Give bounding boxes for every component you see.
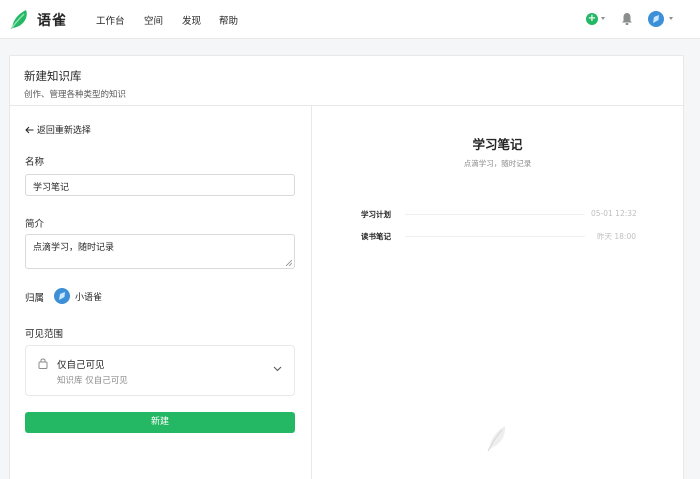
user-avatar-icon[interactable] <box>648 11 664 27</box>
preview-doc-line <box>405 236 585 237</box>
visibility-desc: 知识库 仅自己可见 <box>57 376 128 386</box>
preview-doc-time: 昨天 18:00 <box>597 232 636 241</box>
feather-icon <box>487 426 506 452</box>
intro-textarea[interactable]: 点滴学习，随时记录 <box>25 234 295 269</box>
brand-name[interactable]: 语雀 <box>37 10 67 30</box>
back-link-label: 返回重新选择 <box>36 126 91 136</box>
page-title: 新建知识库 <box>24 69 82 83</box>
owner-name: 小语雀 <box>75 293 103 303</box>
visibility-select[interactable]: 仅自己可见 知识库 仅自己可见 <box>25 345 295 396</box>
chevron-down-icon[interactable] <box>669 17 673 20</box>
create-button[interactable]: 新建 <box>25 412 295 433</box>
nav-space[interactable]: 空间 <box>144 13 163 27</box>
preview-doc-line <box>405 214 585 215</box>
nav-discover[interactable]: 发现 <box>182 13 201 27</box>
intro-label: 简介 <box>25 219 45 230</box>
preview-doc-name: 读书笔记 <box>361 232 391 241</box>
arrow-left-icon <box>25 126 34 134</box>
plus-circle-icon[interactable]: + <box>586 13 598 25</box>
top-nav-bar: 语雀 工作台 空间 发现 帮助 + <box>0 0 700 39</box>
preview-desc: 点滴学习，随时记录 <box>463 159 532 168</box>
chevron-down-icon[interactable] <box>601 17 605 20</box>
chevron-down-icon <box>273 366 282 372</box>
nav-workbench[interactable]: 工作台 <box>96 13 125 27</box>
intro-text: 点滴学习，随时记录 <box>33 243 115 253</box>
page-subtitle: 创作、管理各种类型的知识 <box>24 90 127 100</box>
preview-doc-time: 05-01 12:32 <box>591 209 637 218</box>
preview-doc-name: 学习计划 <box>361 210 391 219</box>
owner-label: 归属 <box>25 293 45 304</box>
bell-icon[interactable] <box>621 12 633 26</box>
nav-help[interactable]: 帮助 <box>219 13 238 27</box>
back-link[interactable]: 返回重新选择 <box>25 123 91 136</box>
name-input[interactable]: 学习笔记 <box>25 174 295 196</box>
card-header: 新建知识库 创作、管理各种类型的知识 <box>10 56 683 106</box>
visibility-title: 仅自己可见 <box>57 360 105 371</box>
name-label: 名称 <box>25 157 45 168</box>
visibility-label: 可见范围 <box>25 329 64 340</box>
preview-title: 学习笔记 <box>472 137 523 152</box>
resize-handle-icon[interactable] <box>286 260 292 266</box>
lock-icon <box>38 358 48 369</box>
logo-bird-icon[interactable] <box>9 8 31 30</box>
owner-avatar-icon <box>54 288 70 304</box>
create-knowledge-base-card: 新建知识库 创作、管理各种类型的知识 返回重新选择 名称 学习笔记 简介 点滴学… <box>9 55 684 479</box>
